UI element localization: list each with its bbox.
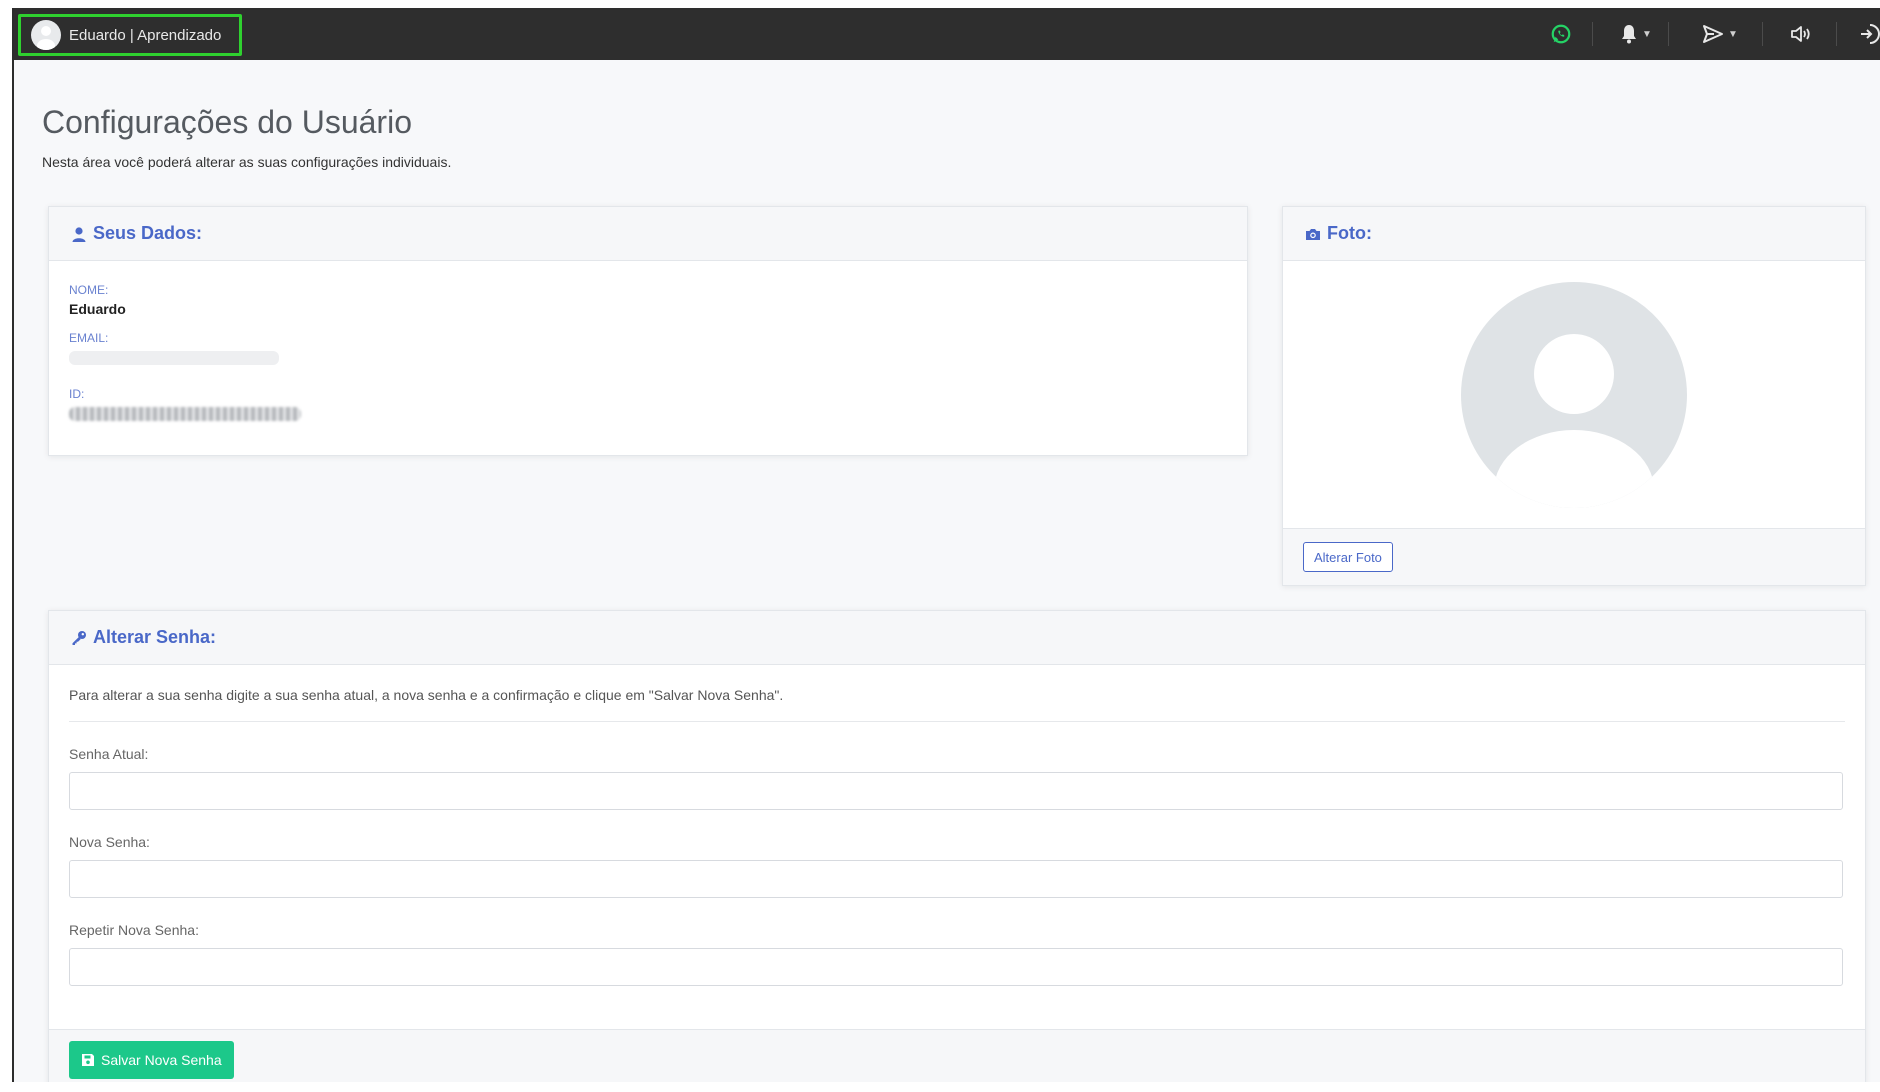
save-password-button[interactable]: Salvar Nova Senha bbox=[69, 1040, 234, 1079]
speaker-icon bbox=[1791, 26, 1810, 42]
user-name-label: Eduardo | Aprendizado bbox=[69, 26, 222, 44]
app-frame: Eduardo | Aprendizado ▼ ▼ Configurações … bbox=[12, 8, 1880, 1082]
photo-card-footer: Alterar Foto bbox=[1283, 529, 1865, 585]
id-label: ID: bbox=[69, 387, 85, 401]
profile-photo bbox=[1461, 281, 1687, 508]
bell-icon bbox=[1622, 25, 1636, 44]
user-avatar bbox=[31, 20, 61, 50]
photo-card: Foto: Alterar Foto bbox=[1282, 206, 1866, 586]
repeat-password-input[interactable] bbox=[69, 948, 1843, 986]
messages-dropdown[interactable]: ▼ bbox=[1702, 22, 1738, 46]
password-help-text: Para alterar a sua senha digite a sua se… bbox=[69, 687, 1845, 722]
notifications-dropdown[interactable]: ▼ bbox=[1620, 22, 1652, 46]
user-data-card-header: Seus Dados: bbox=[49, 207, 1247, 261]
user-menu[interactable]: Eduardo | Aprendizado bbox=[18, 14, 242, 56]
current-password-input[interactable] bbox=[69, 772, 1843, 810]
change-password-card-header: Alterar Senha: bbox=[49, 611, 1865, 665]
name-value: Eduardo bbox=[69, 301, 126, 317]
photo-card-header: Foto: bbox=[1283, 207, 1865, 261]
chevron-down-icon: ▼ bbox=[1728, 28, 1738, 40]
email-label: EMAIL: bbox=[69, 331, 109, 345]
navbar-divider bbox=[1836, 22, 1837, 46]
logout-icon bbox=[1861, 24, 1880, 44]
email-value-redacted bbox=[69, 351, 279, 365]
navbar-divider bbox=[1762, 22, 1763, 46]
change-password-card-body: Para alterar a sua senha digite a sua se… bbox=[49, 665, 1865, 1008]
whatsapp-button[interactable] bbox=[1550, 22, 1572, 46]
navbar-divider bbox=[1592, 22, 1593, 46]
name-label: NOME: bbox=[69, 283, 109, 297]
photo-card-title: Foto: bbox=[1327, 223, 1372, 243]
whatsapp-icon bbox=[1551, 24, 1571, 44]
user-icon bbox=[72, 226, 86, 242]
navbar-divider bbox=[1668, 22, 1669, 46]
user-data-card-title: Seus Dados: bbox=[93, 223, 203, 243]
change-password-card: Alterar Senha: Para alterar a sua senha … bbox=[48, 610, 1866, 1082]
save-password-label: Salvar Nova Senha bbox=[101, 1051, 222, 1068]
chevron-down-icon: ▼ bbox=[1642, 28, 1652, 40]
new-password-label: Nova Senha: bbox=[69, 834, 150, 850]
change-password-card-title: Alterar Senha: bbox=[93, 627, 217, 647]
page-title: Configurações do Usuário bbox=[42, 104, 412, 140]
change-password-card-footer: Salvar Nova Senha bbox=[49, 1029, 1865, 1082]
sound-toggle[interactable] bbox=[1790, 22, 1814, 46]
photo-area bbox=[1283, 261, 1865, 529]
user-data-card: Seus Dados: NOME: Eduardo EMAIL: ID: bbox=[48, 206, 1248, 456]
new-password-input[interactable] bbox=[69, 860, 1843, 898]
repeat-password-label: Repetir Nova Senha: bbox=[69, 922, 199, 938]
current-password-label: Senha Atual: bbox=[69, 746, 149, 762]
top-navbar: Eduardo | Aprendizado ▼ ▼ bbox=[14, 8, 1880, 60]
save-icon bbox=[82, 1053, 94, 1066]
key-icon bbox=[72, 630, 86, 645]
logout-button[interactable] bbox=[1858, 22, 1880, 46]
page-subtitle: Nesta área você poderá alterar as suas c… bbox=[42, 154, 452, 170]
id-value-redacted bbox=[69, 407, 301, 421]
user-data-card-body: NOME: Eduardo EMAIL: ID: bbox=[49, 261, 1247, 443]
send-icon bbox=[1703, 25, 1723, 43]
camera-icon bbox=[1306, 228, 1320, 240]
change-photo-button[interactable]: Alterar Foto bbox=[1303, 542, 1393, 572]
